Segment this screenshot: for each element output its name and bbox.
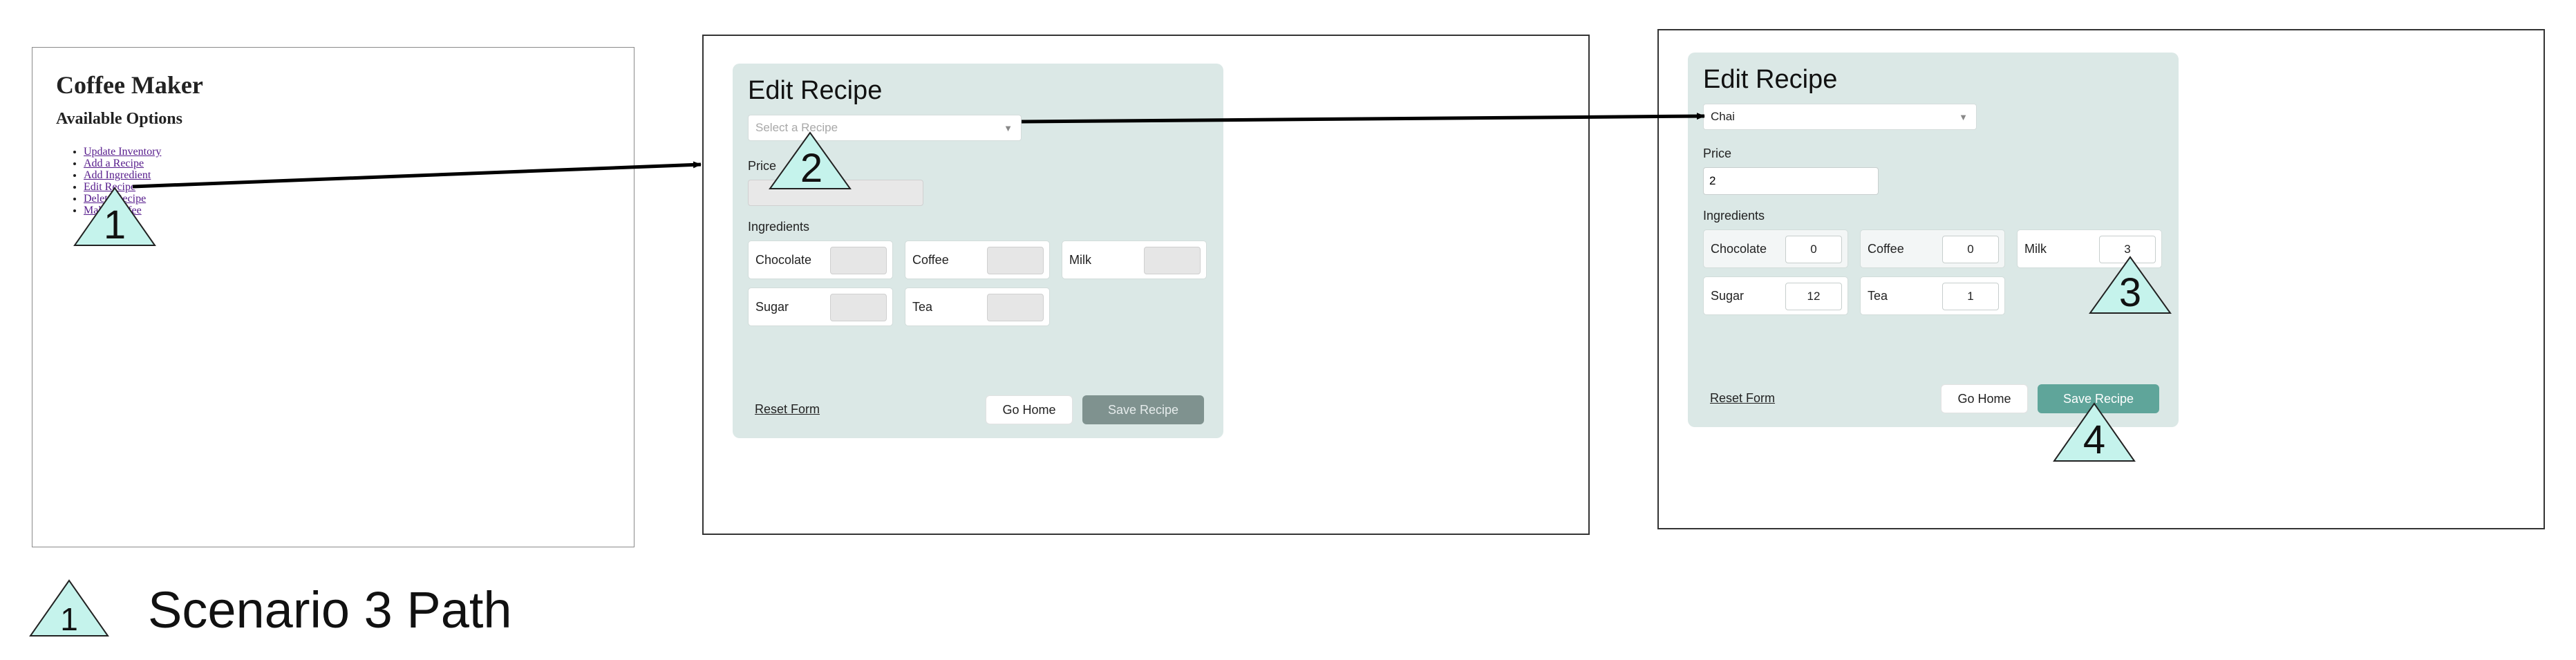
list-item: Delete Recipe <box>84 193 161 205</box>
ingredient-name: Tea <box>1868 289 1888 303</box>
ingredient-input[interactable] <box>987 294 1044 321</box>
recipe-select[interactable]: Select a Recipe ▼ <box>748 115 1022 141</box>
page-title: Coffee Maker <box>56 71 203 99</box>
ingredient-name: Chocolate <box>1711 242 1767 256</box>
options-heading: Available Options <box>56 110 182 128</box>
ingredient-input[interactable]: 0 <box>1785 236 1842 263</box>
update-inventory-link[interactable]: Update Inventory <box>84 146 161 158</box>
go-home-button[interactable]: Go Home <box>1941 384 2028 413</box>
select-value: Chai <box>1711 110 1735 123</box>
legend-label: Scenario 3 Path <box>148 581 512 639</box>
legend-marker: 1 <box>29 579 109 637</box>
panel-home-page: Coffee Maker Available Options Update In… <box>32 47 634 547</box>
ingredient-input[interactable] <box>830 247 887 274</box>
ingredient-name: Sugar <box>755 300 789 314</box>
ingredient-name: Milk <box>1069 253 1091 267</box>
price-label: Price <box>1703 147 1732 160</box>
ingredient-input[interactable]: 0 <box>1942 236 1999 263</box>
card-title: Edit Recipe <box>748 76 883 105</box>
ingredient-input[interactable] <box>830 294 887 321</box>
ingredient-name: Sugar <box>1711 289 1745 303</box>
price-input[interactable]: 2 <box>1703 167 1879 195</box>
ingredient-input[interactable] <box>1144 247 1201 274</box>
ingredient-sugar: Sugar 12 <box>1703 276 1848 315</box>
price-label: Price <box>748 159 777 173</box>
ingredient-chocolate: Chocolate 0 <box>1703 229 1848 268</box>
reset-form-link[interactable]: Reset Form <box>755 402 820 417</box>
panel-edit-recipe-filled: Edit Recipe Chai ▼ Price 2 Ingredients C… <box>1657 29 2545 529</box>
ingredient-tea: Tea 1 <box>1860 276 2005 315</box>
add-ingredient-link[interactable]: Add Ingredient <box>84 169 151 181</box>
save-recipe-button[interactable]: Save Recipe <box>2038 384 2159 413</box>
edit-recipe-card: Edit Recipe Chai ▼ Price 2 Ingredients C… <box>1688 53 2179 427</box>
svg-text:1: 1 <box>60 601 78 637</box>
list-item: Add a Recipe <box>84 158 161 169</box>
reset-form-link[interactable]: Reset Form <box>1710 391 1775 406</box>
edit-recipe-card: Edit Recipe Select a Recipe ▼ Price Ingr… <box>733 64 1223 438</box>
recipe-select[interactable]: Chai ▼ <box>1703 104 1977 130</box>
card-title: Edit Recipe <box>1703 65 1838 94</box>
ingredient-coffee: Coffee 0 <box>1860 229 2005 268</box>
list-item: Add Ingredient <box>84 169 161 181</box>
ingredient-milk: Milk 3 <box>2017 229 2162 268</box>
ingredient-input[interactable]: 3 <box>2099 236 2156 263</box>
add-recipe-link[interactable]: Add a Recipe <box>84 158 144 169</box>
ingredient-tea: Tea <box>905 287 1050 326</box>
list-item: Update Inventory <box>84 146 161 158</box>
ingredient-name: Coffee <box>912 253 949 267</box>
ingredient-sugar: Sugar <box>748 287 893 326</box>
ingredient-name: Chocolate <box>755 253 812 267</box>
save-recipe-button[interactable]: Save Recipe <box>1082 395 1204 424</box>
ingredient-chocolate: Chocolate <box>748 241 893 279</box>
chevron-down-icon: ▼ <box>1004 122 1013 133</box>
edit-recipe-link[interactable]: Edit Recipe <box>84 181 135 193</box>
delete-recipe-link[interactable]: Delete Recipe <box>84 193 146 205</box>
ingredients-label: Ingredients <box>748 220 810 234</box>
list-item: Edit Recipe <box>84 181 161 193</box>
ingredient-name: Milk <box>2024 242 2047 256</box>
select-placeholder: Select a Recipe <box>755 121 838 134</box>
ingredient-name: Coffee <box>1868 242 1904 256</box>
list-item: Make Coffee <box>84 205 161 216</box>
ingredient-name: Tea <box>912 300 933 314</box>
price-input[interactable] <box>748 180 923 206</box>
options-list: Update Inventory Add a Recipe Add Ingred… <box>67 146 161 216</box>
ingredient-milk: Milk <box>1062 241 1207 279</box>
chevron-down-icon: ▼ <box>1959 111 1968 122</box>
go-home-button[interactable]: Go Home <box>986 395 1073 424</box>
ingredient-input[interactable]: 12 <box>1785 283 1842 310</box>
ingredient-input[interactable]: 1 <box>1942 283 1999 310</box>
ingredient-input[interactable] <box>987 247 1044 274</box>
ingredients-label: Ingredients <box>1703 209 1765 223</box>
make-coffee-link[interactable]: Make Coffee <box>84 205 142 216</box>
panel-edit-recipe-empty: Edit Recipe Select a Recipe ▼ Price Ingr… <box>702 35 1590 535</box>
ingredient-coffee: Coffee <box>905 241 1050 279</box>
